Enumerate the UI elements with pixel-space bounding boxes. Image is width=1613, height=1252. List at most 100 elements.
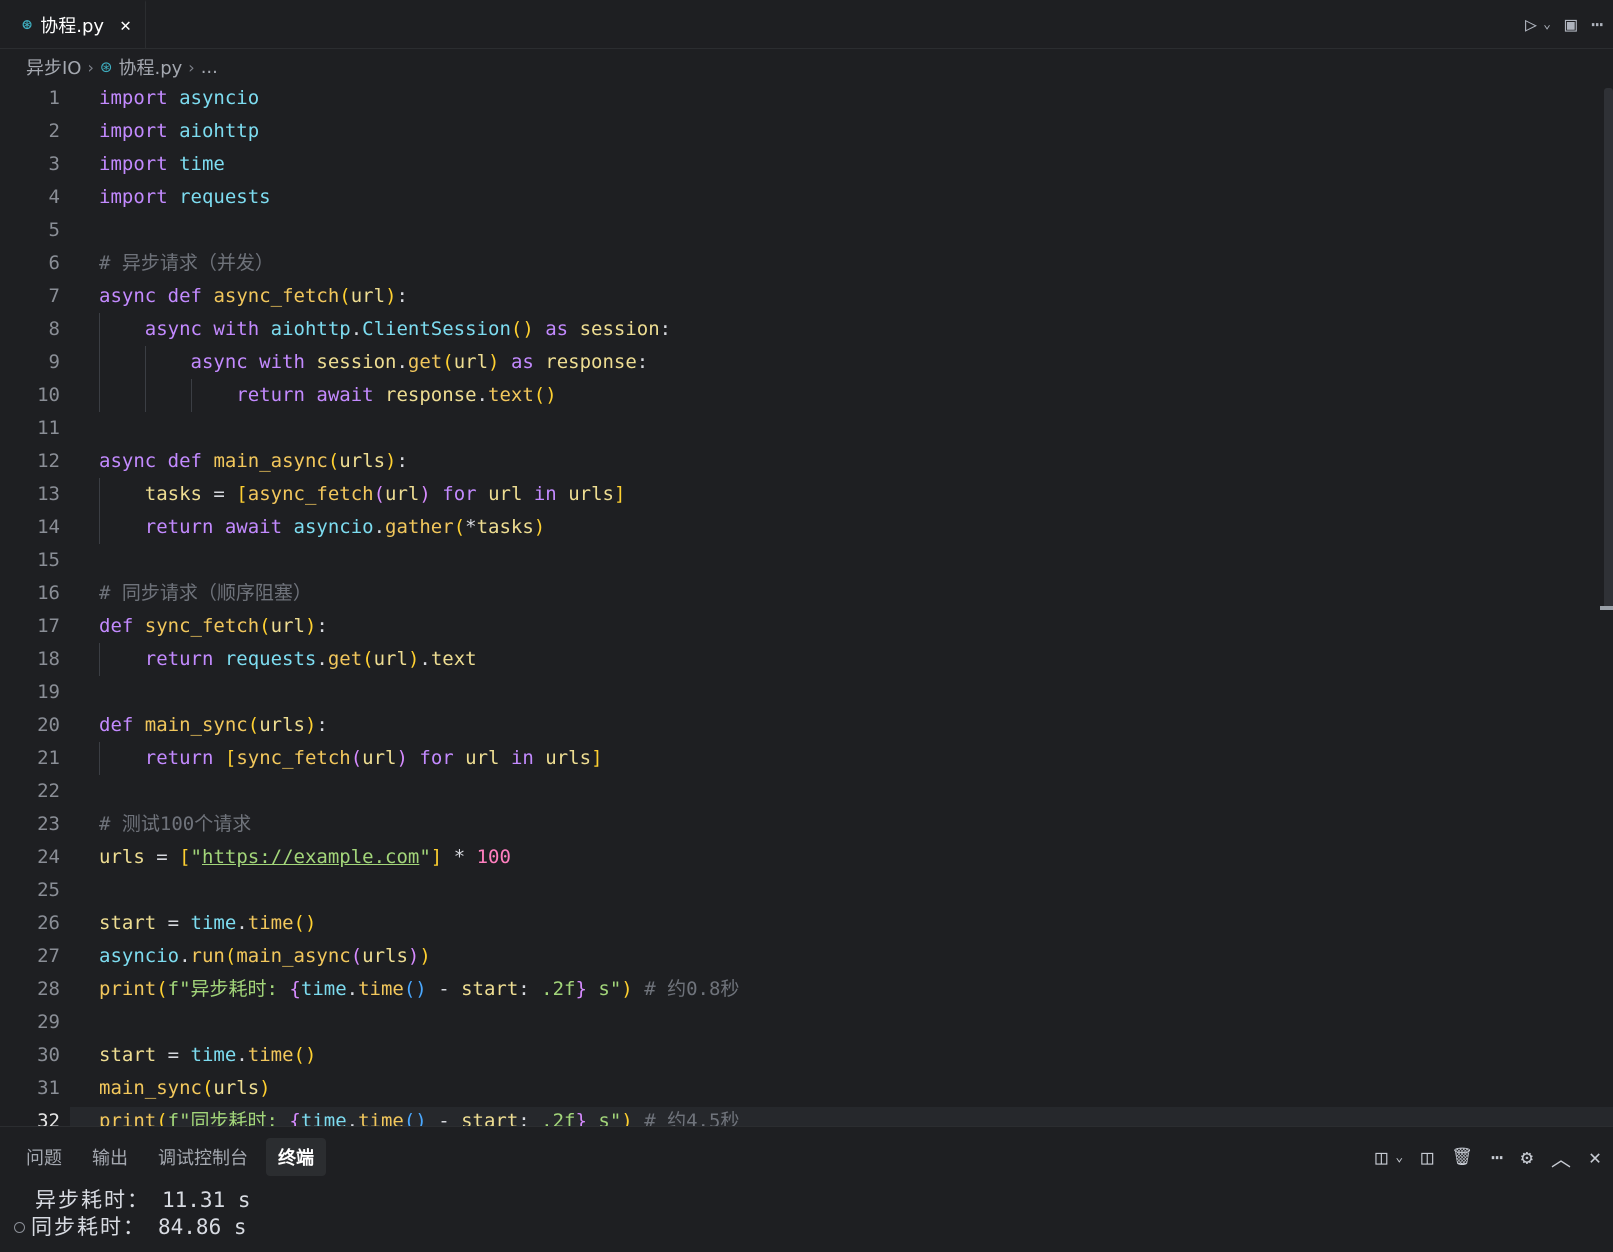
code-token: ) (385, 450, 397, 472)
code-line[interactable]: import requests (99, 181, 1589, 214)
code-token: { (289, 978, 301, 1000)
code-token: def (99, 714, 134, 736)
vertical-scrollbar[interactable] (1604, 88, 1613, 608)
panel-tab[interactable]: 终端 (266, 1138, 326, 1176)
code-line[interactable]: def sync_fetch(url): (99, 610, 1589, 643)
close-panel-icon[interactable]: ✕ (1589, 1145, 1601, 1169)
kill-terminal-trash-icon[interactable]: 🗑 (1451, 1147, 1473, 1167)
terminal-output[interactable]: 异步耗时： 11.31 s 同步耗时： 84.86 s (14, 1187, 251, 1241)
code-line[interactable] (99, 1006, 1589, 1039)
code-line[interactable]: async with aiohttp.ClientSession() as se… (99, 313, 1589, 346)
code-token: : (518, 1110, 542, 1126)
code-token: url (453, 351, 489, 373)
split-terminal-icon[interactable]: ◫ (1421, 1145, 1433, 1169)
code-line[interactable]: print(f"同步耗时: {time.time() - start: .2f}… (99, 1105, 1589, 1126)
code-line[interactable]: return [sync_fetch(url) for url in urls] (99, 742, 1589, 775)
run-icon[interactable]: ▷ (1525, 12, 1537, 36)
code-token: def (99, 615, 134, 637)
code-token: response (545, 351, 637, 373)
code-line[interactable]: return requests.get(url).text (99, 643, 1589, 676)
code-token: () (293, 912, 317, 934)
panel-tab[interactable]: 问题 (14, 1138, 74, 1176)
code-line[interactable]: async def async_fetch(url): (99, 280, 1589, 313)
line-number: 12 (37, 450, 60, 472)
code-token: ( (247, 714, 260, 736)
code-token: ) (385, 285, 397, 307)
terminal-label: 同步耗时： (31, 1215, 146, 1239)
code-line[interactable]: # 同步请求（顺序阻塞） (99, 577, 1589, 610)
code-token: ( (259, 615, 271, 637)
code-token: async (99, 450, 157, 472)
code-token: () (293, 1044, 317, 1066)
code-line[interactable]: # 异步请求（并发） (99, 247, 1589, 280)
line-number: 14 (37, 516, 60, 538)
code-line[interactable]: tasks = [async_fetch(url) for url in url… (99, 478, 1589, 511)
new-terminal-split-icon[interactable]: ◫ (1375, 1145, 1387, 1169)
code-line[interactable]: import time (99, 148, 1589, 181)
code-token: ( (453, 516, 466, 538)
code-line[interactable]: start = time.time() (99, 1039, 1589, 1072)
breadcrumb-more[interactable]: ... (201, 57, 218, 78)
code-line[interactable]: asyncio.run(main_async(urls)) (99, 940, 1589, 973)
panel-tab[interactable]: 调试控制台 (146, 1138, 260, 1176)
line-number: 24 (37, 846, 60, 868)
code-token: ] (613, 483, 626, 505)
code-line[interactable]: async with session.get(url) as response: (99, 346, 1589, 379)
code-line[interactable]: main_sync(urls) (99, 1072, 1589, 1105)
code-token: ( (201, 1077, 214, 1099)
code-line[interactable]: # 测试100个请求 (99, 808, 1589, 841)
code-token: for (419, 747, 454, 769)
terminal-line: 同步耗时： 84.86 s (14, 1214, 251, 1241)
code-editor[interactable]: 1 2 3 4 5 6 7 8 9 10 11 12 13 14 15 16 17 18 19 20 21 22 23 24 2… (0, 82, 1613, 1126)
code-line[interactable] (99, 874, 1589, 907)
code-line[interactable]: import asyncio (99, 82, 1589, 115)
settings-icon[interactable]: ⚙ (1521, 1145, 1533, 1169)
code-token: get (407, 351, 443, 373)
code-token: print (99, 1110, 157, 1126)
more-actions-icon[interactable]: ⋯ (1491, 1145, 1503, 1169)
code-line[interactable]: import aiohttp (99, 115, 1589, 148)
code-line[interactable]: return await asyncio.gather(*tasks) (99, 511, 1589, 544)
code-line[interactable]: def main_sync(urls): (99, 709, 1589, 742)
code-token: ) (533, 516, 546, 538)
breadcrumb-file[interactable]: 协程.py (118, 54, 182, 80)
code-token: ( (327, 450, 340, 472)
code-token: urls (99, 846, 145, 868)
panel-tab[interactable]: 输出 (80, 1138, 140, 1176)
chevron-right-icon: › (87, 57, 94, 77)
code-line[interactable] (99, 412, 1589, 445)
scrollbar-cursor-marker (1600, 606, 1613, 610)
code-token: async_fetch (247, 483, 374, 505)
code-line[interactable] (99, 676, 1589, 709)
close-tab-icon[interactable]: ✕ (120, 15, 131, 36)
run-dropdown-icon[interactable]: ⌄ (1543, 17, 1551, 32)
code-line[interactable] (99, 214, 1589, 247)
python-file-icon: ⊛ (22, 15, 33, 35)
editor-tab-active[interactable]: ⊛ 协程.py ✕ (8, 0, 146, 48)
code-token: start (461, 1110, 519, 1126)
code-line[interactable]: print(f"异步耗时: {time.time() - start: .2f}… (99, 973, 1589, 1006)
split-editor-icon[interactable]: ▣ (1565, 12, 1577, 36)
maximize-panel-icon[interactable]: ︿ (1551, 1143, 1571, 1172)
code-line[interactable]: return await response.text() (99, 379, 1589, 412)
code-token: () (403, 978, 427, 1000)
code-token: ) (488, 351, 500, 373)
code-line[interactable]: urls = ["https://example.com"] * 100 (99, 841, 1589, 874)
code-area[interactable]: import asyncio import aiohttp import time i… (99, 82, 1589, 1126)
more-actions-icon[interactable]: ⋯ (1591, 12, 1603, 36)
breadcrumb-folder[interactable]: 异步IO (26, 54, 81, 80)
code-token: # 约4.5秒 (644, 1110, 740, 1126)
code-token: with (213, 318, 260, 340)
code-token: . (179, 945, 191, 967)
terminal-dropdown-icon[interactable]: ⌄ (1395, 1150, 1403, 1165)
code-line[interactable] (99, 544, 1589, 577)
code-line[interactable] (99, 775, 1589, 808)
code-line[interactable]: async def main_async(urls): (99, 445, 1589, 478)
code-line[interactable]: start = time.time() (99, 907, 1589, 940)
editor-actions: ▷ ⌄ ▣ ⋯ (1525, 0, 1603, 48)
